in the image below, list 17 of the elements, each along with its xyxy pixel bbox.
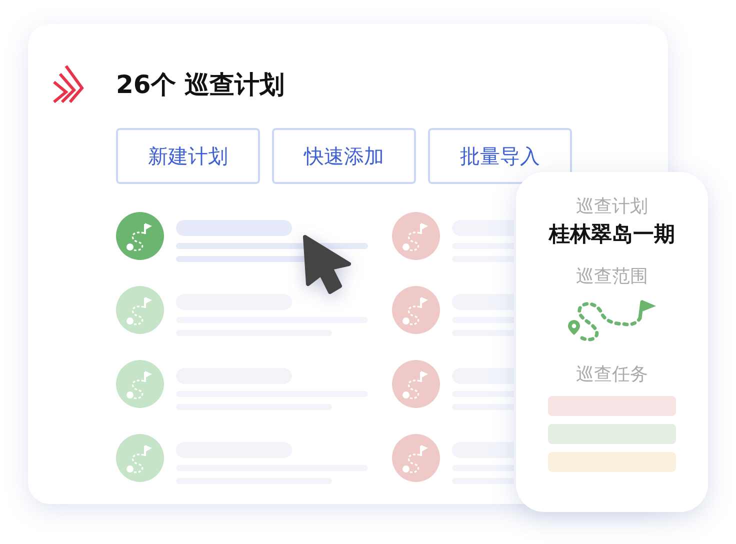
- range-label: 巡查范围: [576, 265, 648, 288]
- route-flag-icon[interactable]: [392, 286, 440, 334]
- route-flag-icon[interactable]: [116, 286, 164, 334]
- logo-icon: [52, 64, 86, 104]
- action-button[interactable]: 快速添加: [272, 128, 416, 184]
- route-flag-icon[interactable]: [392, 434, 440, 482]
- route-flag-icon[interactable]: [116, 434, 164, 482]
- plan-name: 桂林翠岛一期: [549, 221, 675, 248]
- route-flag-icon[interactable]: [392, 212, 440, 260]
- action-button[interactable]: 新建计划: [116, 128, 260, 184]
- route-flag-icon[interactable]: [116, 212, 164, 260]
- plan-label: 巡查计划: [576, 195, 648, 218]
- page-title: 26个 巡查计划: [116, 68, 284, 100]
- tasks-label: 巡查任务: [576, 363, 648, 386]
- route-flag-icon[interactable]: [392, 360, 440, 408]
- action-button[interactable]: 批量导入: [428, 128, 572, 184]
- route-flag-icon[interactable]: [116, 360, 164, 408]
